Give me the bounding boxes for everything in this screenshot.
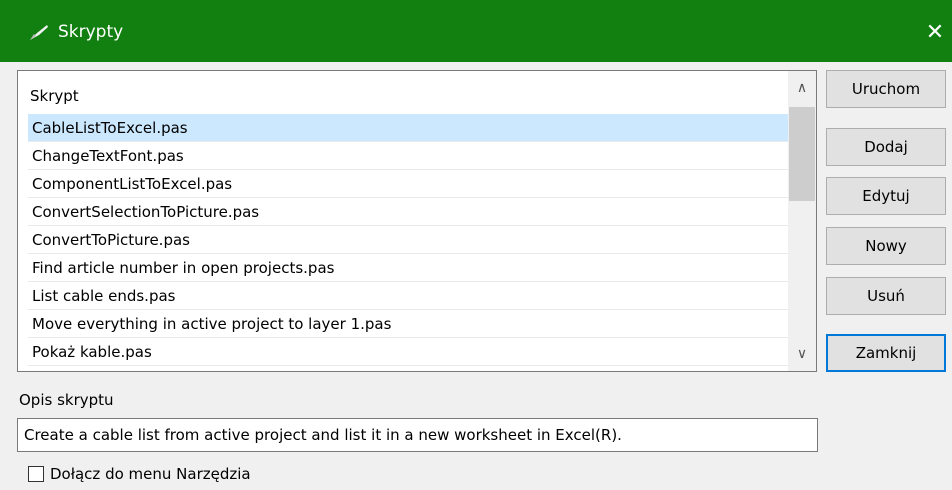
checkbox-label[interactable]: Dołącz do menu Narzędzia — [50, 463, 251, 485]
script-list[interactable]: Skrypt CableListToExcel.pas ChangeTextFo… — [17, 70, 817, 372]
description-field[interactable]: Create a cable list from active project … — [17, 418, 818, 452]
close-icon: ✕ — [925, 20, 945, 45]
list-item[interactable]: ConvertSelectionToPicture.pas — [28, 198, 789, 226]
list-item[interactable]: List cable ends.pas — [28, 282, 789, 310]
list-item[interactable]: Move everything in active project to lay… — [28, 310, 789, 338]
list-item[interactable]: ChangeTextFont.pas — [28, 142, 789, 170]
list-item[interactable]: ComponentListToExcel.pas — [28, 170, 789, 198]
title-bar: Skrypty ✕ — [0, 0, 952, 62]
delete-button[interactable]: Usuń — [826, 277, 946, 315]
list-item[interactable]: Pokaż kable.pas — [28, 338, 789, 366]
scroll-up-icon[interactable]: ∧ — [788, 71, 816, 105]
close-window-button[interactable]: ✕ — [918, 16, 952, 50]
run-button[interactable]: Uruchom — [826, 70, 946, 108]
list-item[interactable]: ConvertToPicture.pas — [28, 226, 789, 254]
edit-button[interactable]: Edytuj — [826, 177, 946, 215]
add-button[interactable]: Dodaj — [826, 128, 946, 166]
list-item[interactable]: Find article number in open projects.pas — [28, 254, 789, 282]
vertical-scrollbar[interactable]: ∧ ∨ — [788, 71, 816, 371]
new-button[interactable]: Nowy — [826, 227, 946, 265]
add-to-tools-menu-checkbox[interactable] — [28, 466, 44, 482]
window-title: Skrypty — [58, 22, 124, 42]
description-label: Opis skryptu — [19, 391, 114, 409]
list-header: Skrypt — [30, 87, 79, 105]
list-item[interactable]: CableListToExcel.pas — [28, 114, 789, 142]
scroll-thumb[interactable] — [789, 107, 815, 201]
list-rows: CableListToExcel.pas ChangeTextFont.pas … — [28, 114, 789, 366]
scroll-down-icon[interactable]: ∨ — [788, 337, 816, 371]
close-button[interactable]: Zamknij — [826, 334, 946, 372]
quill-pen-icon — [30, 25, 48, 40]
